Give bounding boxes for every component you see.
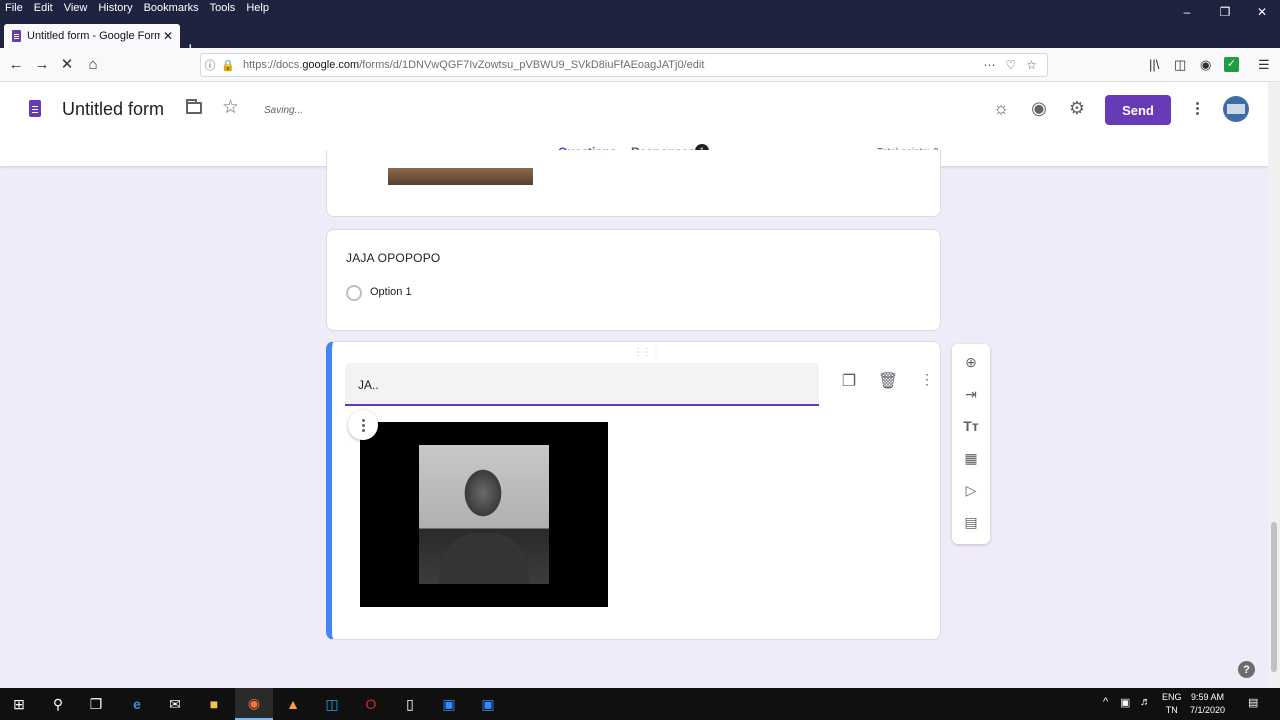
close-tab-icon[interactable]: ✕ bbox=[160, 29, 176, 43]
task-view-icon[interactable]: ❐ bbox=[85, 693, 107, 715]
image-options-kebab-icon[interactable]: ⋮ bbox=[916, 371, 938, 388]
menu-bookmarks[interactable]: Bookmarks bbox=[139, 2, 205, 14]
portrait-photo bbox=[419, 445, 549, 584]
menu-tools[interactable]: Tools bbox=[205, 2, 242, 14]
question-image[interactable] bbox=[360, 422, 608, 607]
question-card-previous[interactable] bbox=[326, 150, 941, 217]
video-icon[interactable]: ▷ bbox=[960, 479, 982, 501]
back-arrow-icon[interactable]: ← bbox=[6, 56, 26, 74]
active-question-card[interactable]: ⋮⋮⋮ JA.. ❐ 🗑 ⋮ bbox=[326, 341, 941, 640]
question-title: JAJA OPOPOPO bbox=[346, 251, 441, 265]
menu-history[interactable]: History bbox=[93, 2, 138, 14]
zoom-icon[interactable]: ▣ bbox=[438, 693, 460, 715]
tray-chevron-icon[interactable]: ^ bbox=[1103, 696, 1108, 708]
tab-title: Untitled form - Google Forms bbox=[27, 30, 160, 42]
tab-strip: Untitled form - Google Forms ✕ + bbox=[0, 16, 1280, 58]
home-icon[interactable]: ⌂ bbox=[83, 56, 103, 74]
browser-tab[interactable]: Untitled form - Google Forms ✕ bbox=[4, 24, 180, 48]
edge-browser-icon[interactable]: e bbox=[126, 693, 148, 715]
info-shield-icon[interactable]: ⓘ bbox=[201, 57, 219, 73]
add-question-icon[interactable]: ⊕ bbox=[960, 351, 982, 373]
lang-code: ENG bbox=[1162, 692, 1182, 702]
address-bar[interactable]: ⓘ 🔒 https://docs.google.com/forms/d/1DNV… bbox=[200, 53, 1048, 77]
store-icon[interactable]: ◫ bbox=[321, 693, 343, 715]
import-icon[interactable]: ⇥ bbox=[960, 383, 982, 405]
menu-bar: File Edit View History Bookmarks Tools H… bbox=[0, 0, 1280, 16]
firefox-icon[interactable]: ◉ bbox=[235, 688, 273, 720]
opera-icon[interactable]: O bbox=[360, 693, 382, 715]
palette-icon[interactable]: ☼ bbox=[990, 98, 1012, 119]
navigation-bar: ← → ✕ ⌂ ⓘ 🔒 https://docs.google.com/form… bbox=[0, 48, 1280, 82]
page-actions-icon[interactable]: ⋯ bbox=[983, 58, 995, 72]
volume-icon[interactable]: ♬ bbox=[1140, 696, 1151, 708]
folder-icon[interactable] bbox=[186, 99, 202, 114]
search-icon[interactable]: ⚲ bbox=[47, 693, 69, 715]
drag-handle-icon[interactable]: ⋮⋮⋮ bbox=[633, 347, 661, 358]
title-text-icon[interactable]: Tт bbox=[960, 415, 982, 437]
side-toolbar: ⊕ ⇥ Tт ▦ ▷ ▤ bbox=[952, 344, 990, 544]
url-text: https://docs.google.com/forms/d/1DNVwQGF… bbox=[243, 59, 705, 71]
forms-logo-icon[interactable] bbox=[29, 100, 41, 117]
send-button[interactable]: Send bbox=[1105, 95, 1171, 125]
account-icon[interactable]: ◉ bbox=[1200, 57, 1211, 73]
form-title[interactable]: Untitled form bbox=[62, 99, 164, 120]
image-icon[interactable]: ▦ bbox=[960, 447, 982, 469]
browser-menu-icon[interactable]: ☰ bbox=[1258, 57, 1270, 73]
avatar[interactable] bbox=[1223, 96, 1249, 122]
library-icon[interactable]: ||\ bbox=[1149, 57, 1159, 72]
settings-icon[interactable]: ⚙ bbox=[1066, 98, 1088, 119]
help-icon[interactable]: ? bbox=[1238, 661, 1255, 678]
more-options-icon[interactable] bbox=[1190, 100, 1204, 120]
stop-loading-icon[interactable]: ✕ bbox=[57, 56, 77, 74]
windows-taskbar: ⊞ ⚲ ❐ e ✉ ■ ◉ ▲ ◫ O ▯ ▣ ▣ ^ ▣ ♬ ENG TN 9… bbox=[0, 688, 1280, 720]
sidebar-icon[interactable]: ◫ bbox=[1174, 57, 1186, 73]
clock-date: 7/1/2020 bbox=[1190, 705, 1226, 715]
bookmark-star-icon[interactable]: ☆ bbox=[1026, 58, 1037, 72]
question-image bbox=[388, 168, 533, 185]
network-icon[interactable]: ▣ bbox=[1120, 696, 1130, 709]
lang-region: TN bbox=[1165, 705, 1178, 715]
file-explorer-icon[interactable]: ■ bbox=[203, 693, 225, 715]
page-scrollbar[interactable] bbox=[1268, 82, 1280, 688]
question-title-input[interactable]: JA.. bbox=[345, 363, 819, 406]
preview-icon[interactable]: ◉ bbox=[1028, 98, 1050, 119]
menu-edit[interactable]: Edit bbox=[29, 2, 59, 14]
clock-time: 9:59 AM bbox=[1191, 692, 1225, 702]
app-icon[interactable]: ▲ bbox=[282, 693, 304, 715]
star-icon[interactable]: ☆ bbox=[222, 96, 239, 119]
option-label: Option 1 bbox=[370, 286, 412, 298]
radio-button[interactable] bbox=[346, 285, 362, 301]
pocket-icon[interactable]: ♡ bbox=[1005, 58, 1016, 72]
section-icon[interactable]: ▤ bbox=[960, 511, 982, 533]
forward-arrow-icon[interactable]: → bbox=[32, 56, 52, 74]
clock[interactable]: 9:59 AM 7/1/2020 bbox=[1190, 691, 1225, 717]
forms-favicon-icon bbox=[12, 30, 21, 42]
extension-check-icon[interactable]: ✓ bbox=[1224, 57, 1239, 72]
question-card[interactable]: JAJA OPOPOPO Option 1 bbox=[326, 229, 941, 331]
language-indicator[interactable]: ENG TN bbox=[1162, 691, 1182, 717]
image-menu-button[interactable] bbox=[348, 410, 378, 440]
delete-icon[interactable]: 🗑 bbox=[877, 371, 899, 391]
menu-file[interactable]: File bbox=[0, 2, 29, 14]
mail-icon[interactable]: ✉ bbox=[164, 693, 186, 715]
notifications-icon[interactable]: ▤ bbox=[1248, 696, 1258, 709]
document-icon[interactable]: ▯ bbox=[399, 693, 421, 715]
question-title-text: JA.. bbox=[358, 378, 379, 392]
menu-help[interactable]: Help bbox=[241, 2, 275, 14]
zoom-meeting-icon[interactable]: ▣ bbox=[477, 693, 499, 715]
start-windows-icon[interactable]: ⊞ bbox=[8, 693, 30, 715]
copy-icon[interactable]: ❐ bbox=[838, 371, 860, 391]
saving-status: Saving... bbox=[264, 105, 303, 116]
lock-icon[interactable]: 🔒 bbox=[219, 59, 237, 72]
scrollbar-thumb[interactable] bbox=[1271, 522, 1277, 672]
menu-view[interactable]: View bbox=[59, 2, 94, 14]
